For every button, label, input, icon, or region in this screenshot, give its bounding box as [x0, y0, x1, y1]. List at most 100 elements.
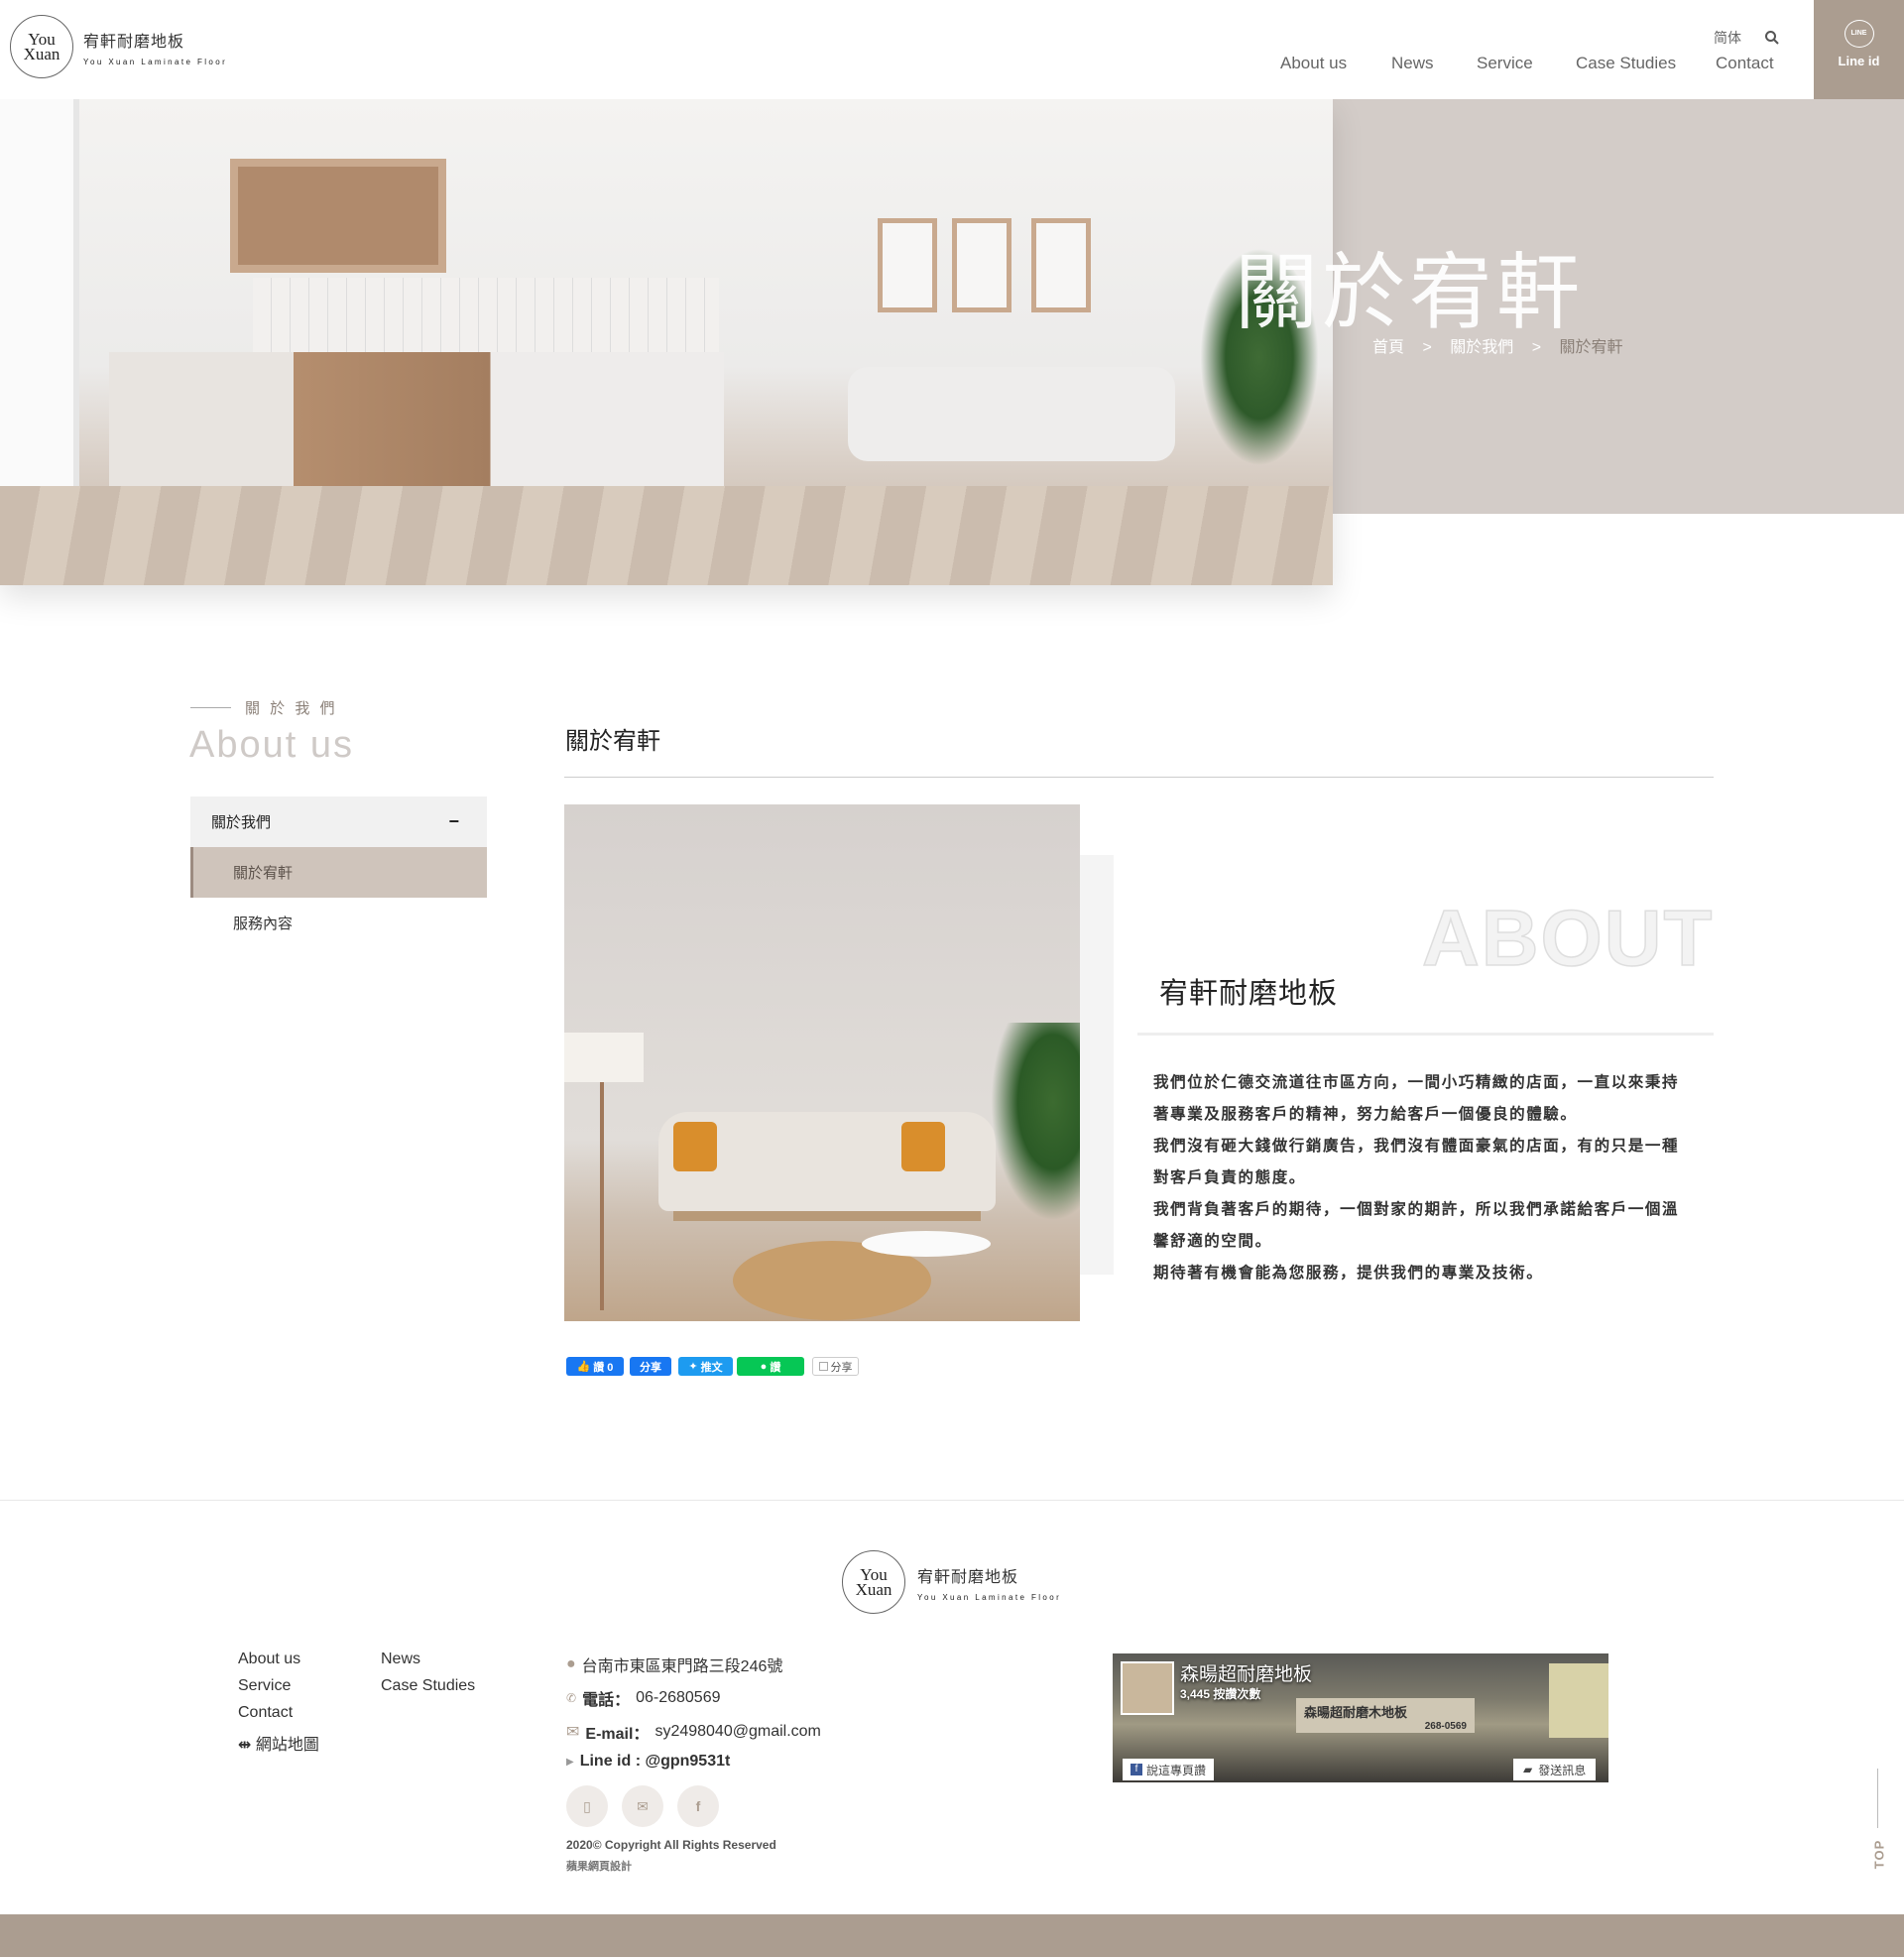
fb-like-count: 3,445 按讚次數	[1180, 1687, 1261, 1701]
checkbox-icon	[818, 1362, 828, 1371]
logo-mark: You Xuan	[10, 15, 73, 78]
sidebar-item-services[interactable]: 服務內容	[190, 898, 487, 948]
storefront-sign: 森暘超耐磨木地板 268-0569	[1296, 1698, 1475, 1733]
facebook-icon[interactable]: f	[677, 1785, 719, 1827]
sidebar-heading: About us	[189, 724, 354, 766]
designer-credit[interactable]: 蘋果網頁設計	[566, 1858, 632, 1874]
logo-name-en: You Xuan Laminate Floor	[917, 1592, 1062, 1602]
footer-logo[interactable]: You Xuan 宥軒耐磨地板 You Xuan Laminate Floor	[842, 1550, 1061, 1614]
footer-link-about-us[interactable]: About us	[238, 1651, 300, 1668]
facebook-like-button[interactable]: 👍 讚 0	[566, 1357, 624, 1376]
thumbs-up-icon: 👍	[576, 1361, 591, 1373]
line-id-text: Line id : @gpn9531t	[579, 1753, 731, 1770]
logo-name-cn: 宥軒耐磨地板	[83, 33, 185, 51]
sidebar-item-label: 關於宥軒	[233, 865, 294, 882]
page-title: 關於宥軒	[565, 728, 660, 755]
breadcrumb-home[interactable]: 首頁	[1372, 339, 1404, 356]
line-id-button[interactable]: LINE Line id	[1814, 0, 1904, 99]
phone-label: 電話：	[582, 1692, 631, 1709]
sidebar-eyebrow: 關 於 我 們	[245, 700, 338, 717]
about-paragraph: 我們沒有砸大錢做行銷廣告，我們沒有體面豪氣的店面，有的只是一種對客戶負責的態度。	[1153, 1138, 1680, 1186]
plurk-share-button[interactable]: 分享	[812, 1357, 859, 1376]
mobile-phone-icon[interactable]: ▯	[566, 1785, 608, 1827]
hero-title: 關於宥軒	[1235, 244, 1585, 341]
like-count: 讚 0	[593, 1361, 614, 1374]
search-icon[interactable]	[1764, 30, 1780, 46]
sign-text: 森暘超耐磨木地板	[1304, 1705, 1408, 1720]
fb-page-name[interactable]: 森暘超耐磨地板	[1180, 1659, 1312, 1686]
subtitle-divider	[1137, 1033, 1714, 1036]
title-divider	[564, 777, 1714, 778]
breadcrumb-about[interactable]: 關於我們	[1450, 339, 1513, 356]
footer-link-case-studies[interactable]: Case Studies	[381, 1677, 475, 1695]
facebook-share-button[interactable]: 分享	[630, 1357, 671, 1376]
footer-line-id: ▶ Line id : @gpn9531t	[566, 1753, 730, 1771]
caret-right-icon: ▶	[566, 1756, 574, 1768]
line-icon: LINE	[1844, 20, 1874, 48]
footer-address: ● 台南市東區東門路三段246號	[566, 1652, 782, 1676]
tweet-label: 推文	[700, 1361, 723, 1374]
back-to-top-button[interactable]: TOP	[1871, 1840, 1886, 1870]
image-backdrop	[1080, 855, 1114, 1275]
facebook-page-widget[interactable]: 森暘超耐磨木地板 268-0569 森暘超耐磨地板 3,445 按讚次數 f 說這專…	[1113, 1653, 1608, 1782]
sidebar-item-label: 關於我們	[211, 814, 272, 831]
plurk-share-label: 分享	[830, 1361, 853, 1374]
fb-like-page-label: 說這專頁讚	[1146, 1763, 1207, 1777]
about-paragraph: 期待著有機會能為您服務，提供我們的專業及技術。	[1153, 1265, 1544, 1282]
site-header: You Xuan 宥軒耐磨地板 You Xuan Laminate Floor …	[0, 0, 1904, 99]
logo-mark: You Xuan	[842, 1550, 905, 1614]
facebook-icon: f	[1130, 1764, 1142, 1775]
mail-icon[interactable]: ✉	[622, 1785, 663, 1827]
logo-name-en: You Xuan Laminate Floor	[83, 57, 228, 66]
collapse-icon[interactable]: −	[448, 811, 459, 832]
about-text: 我們位於仁德交流道往市區方向，一間小巧精緻的店面，一直以來秉持著專業及服務客戶的…	[1153, 1067, 1694, 1289]
footer-link-news[interactable]: News	[381, 1651, 420, 1668]
sidebar-item-about-youxuan[interactable]: 關於宥軒	[190, 847, 487, 898]
about-watermark: ABOUT	[1421, 893, 1715, 983]
phone-number[interactable]: 06-2680569	[636, 1689, 720, 1707]
logo-mark-line2: Xuan	[855, 1580, 892, 1599]
footer-email: ✉ E-mail： sy2498040@gmail.com	[566, 1720, 821, 1744]
nav-contact[interactable]: Contact	[1716, 54, 1774, 73]
fb-send-message-button[interactable]: ▰ 發送訊息	[1513, 1759, 1597, 1780]
envelope-icon: ✉	[566, 1724, 580, 1741]
language-toggle[interactable]: 简体	[1714, 28, 1741, 48]
logo-mark-line2: Xuan	[23, 45, 60, 63]
sign-phone: 268-0569	[1424, 1721, 1467, 1732]
breadcrumb-separator: >	[1422, 339, 1432, 356]
about-image	[564, 804, 1080, 1321]
tweet-button[interactable]: ✦ 推文	[678, 1357, 733, 1376]
back-to-top-line	[1877, 1769, 1878, 1828]
footer-bottom-bar	[0, 1914, 1904, 1957]
footer-phone: ✆ 電話： 06-2680569	[566, 1686, 721, 1710]
eyebrow-line	[190, 707, 231, 708]
map-pin-icon: ●	[566, 1655, 576, 1672]
phone-icon: ✆	[566, 1691, 577, 1705]
twitter-bird-icon: ✦	[688, 1361, 698, 1373]
line-like-button[interactable]: ● 讚	[737, 1357, 804, 1376]
hero-image	[0, 99, 1333, 585]
line-id-label: Line id	[1838, 54, 1880, 68]
signpost-icon: ⇹	[238, 1737, 252, 1754]
copyright: 2020© Copyright All Rights Reserved	[566, 1838, 776, 1852]
chat-bubble-icon: ▰	[1523, 1763, 1533, 1776]
breadcrumb-separator: >	[1531, 339, 1542, 356]
site-logo[interactable]: You Xuan 宥軒耐磨地板 You Xuan Laminate Floor	[10, 15, 227, 78]
footer-link-service[interactable]: Service	[238, 1677, 291, 1695]
footer-link-contact[interactable]: Contact	[238, 1704, 293, 1722]
fb-send-message-label: 發送訊息	[1538, 1763, 1587, 1777]
sidebar-item-about-us[interactable]: 關於我們 −	[190, 796, 487, 847]
email-address[interactable]: sy2498040@gmail.com	[654, 1723, 820, 1741]
footer-link-sitemap[interactable]: ⇹ 網站地圖	[238, 1731, 319, 1755]
about-paragraph: 我們位於仁德交流道往市區方向，一間小巧精緻的店面，一直以來秉持著專業及服務客戶的…	[1153, 1074, 1680, 1123]
fb-like-page-button[interactable]: f 說這專頁讚	[1123, 1759, 1215, 1780]
nav-service[interactable]: Service	[1477, 54, 1533, 73]
sitemap-label: 網站地圖	[255, 1737, 319, 1754]
about-paragraph: 我們背負著客戶的期待，一個對家的期許，所以我們承諾給客戶一個溫馨舒適的空間。	[1153, 1201, 1680, 1250]
sidebar-item-label: 服務內容	[233, 916, 294, 932]
about-subtitle: 宥軒耐磨地板	[1159, 978, 1339, 1010]
nav-about-us[interactable]: About us	[1280, 54, 1347, 73]
footer-divider	[0, 1500, 1904, 1501]
nav-news[interactable]: News	[1391, 54, 1434, 73]
nav-case-studies[interactable]: Case Studies	[1576, 54, 1676, 73]
